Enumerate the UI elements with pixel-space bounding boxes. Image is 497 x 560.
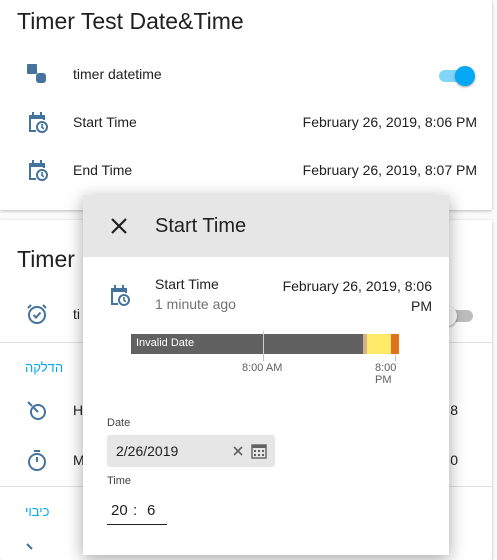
timeline-tick xyxy=(263,355,264,361)
time-input[interactable]: 20 : 6 xyxy=(107,500,167,525)
entity-name: Start Time xyxy=(155,276,219,292)
history-timeline[interactable]: Invalid Date 8:00 AM 8:00 PM xyxy=(131,331,401,386)
time-separator: : xyxy=(133,502,138,519)
more-info-dialog: Start Time Start Time 1 minute ago Febru… xyxy=(83,195,449,555)
dialog-title: Start Time xyxy=(155,215,247,237)
calendar-icon[interactable] xyxy=(251,443,267,459)
time-minutes-input[interactable]: 6 xyxy=(147,502,155,519)
time-label: Time xyxy=(107,475,132,487)
timeline-bar-label: Invalid Date xyxy=(136,337,195,349)
clear-icon[interactable] xyxy=(231,444,245,458)
timeline-tick-label: 8:00 PM xyxy=(375,362,397,386)
timeline-gridline xyxy=(263,331,264,355)
close-icon[interactable] xyxy=(107,214,131,238)
timeline-tick xyxy=(395,355,396,361)
dialog-header: Start Time xyxy=(83,195,449,257)
timeline-tick-label: 8:00 AM xyxy=(242,362,283,374)
entity-state: February 26, 2019, 8:06 PM xyxy=(282,278,432,314)
date-label: Date xyxy=(107,417,131,429)
calendar-clock-icon xyxy=(111,285,130,306)
time-hours-input[interactable]: 20 xyxy=(111,502,128,519)
timeline-bar-segment[interactable] xyxy=(391,334,399,354)
date-input[interactable]: 2/26/2019 xyxy=(107,435,275,467)
timeline-bar-segment[interactable] xyxy=(367,334,391,354)
entity-last-changed: 1 minute ago xyxy=(155,296,236,312)
date-value[interactable]: 2/26/2019 xyxy=(116,443,178,459)
